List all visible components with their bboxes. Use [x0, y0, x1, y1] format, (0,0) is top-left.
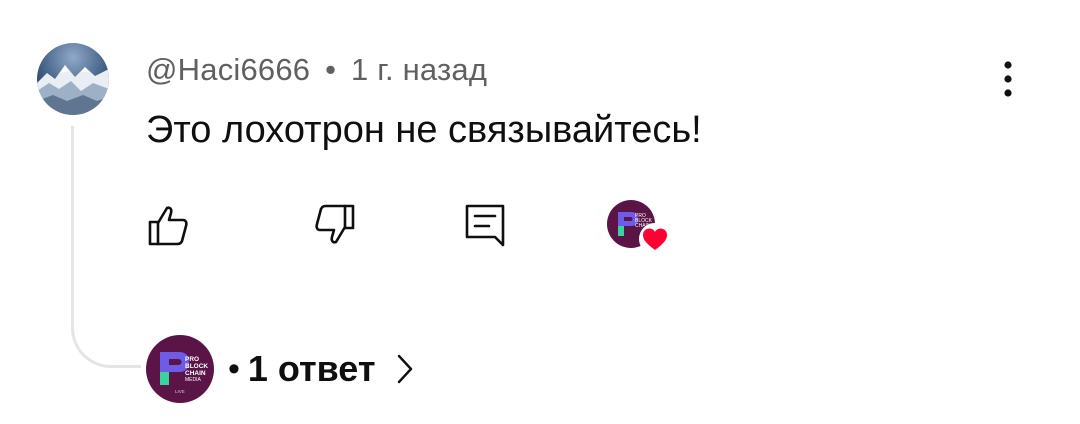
view-replies-button[interactable]: PRO BLOCK CHAIN MEDIA LIVE • 1 ответ — [146, 333, 414, 405]
dislike-button[interactable] — [310, 200, 360, 250]
channel-logo-icon: PRO BLOCK CHAIN MEDIA LIVE — [146, 335, 214, 403]
meta-separator: • — [325, 52, 337, 87]
logo-line: MEDIA — [185, 377, 202, 383]
heart-icon — [639, 223, 671, 255]
logo-line: LIVE — [175, 389, 185, 394]
thumbs-down-icon — [315, 204, 355, 244]
comment-time: 1 г. назад — [350, 52, 488, 87]
replies-separator: • — [228, 350, 240, 388]
chevron-right-icon — [396, 353, 414, 385]
comment-author[interactable]: @Haci6666 — [146, 52, 310, 87]
logo-line: CHAIN — [185, 370, 206, 377]
more-vert-icon — [1004, 61, 1012, 97]
like-button[interactable] — [143, 200, 193, 250]
more-options-button[interactable] — [990, 56, 1026, 102]
commenter-avatar[interactable] — [37, 43, 109, 115]
logo-line: PRO — [185, 356, 199, 363]
reply-author-avatar: PRO BLOCK CHAIN MEDIA LIVE — [146, 335, 214, 403]
logo-line: BLOCK — [185, 363, 208, 370]
reply-icon — [465, 204, 505, 247]
thumbs-up-icon — [148, 206, 188, 246]
comment-text: Это лохотрон не связывайтесь! — [146, 109, 702, 151]
reply-button[interactable] — [460, 200, 510, 250]
creator-heart-badge: PRO BLOCK CHAIN — [607, 200, 671, 260]
replies-count-label: 1 ответ — [247, 348, 376, 389]
comment-meta: @Haci6666 • 1 г. назад — [146, 52, 487, 88]
heart-container — [638, 222, 672, 256]
mountain-landscape-avatar — [37, 43, 109, 115]
thread-connector-line — [71, 126, 141, 368]
